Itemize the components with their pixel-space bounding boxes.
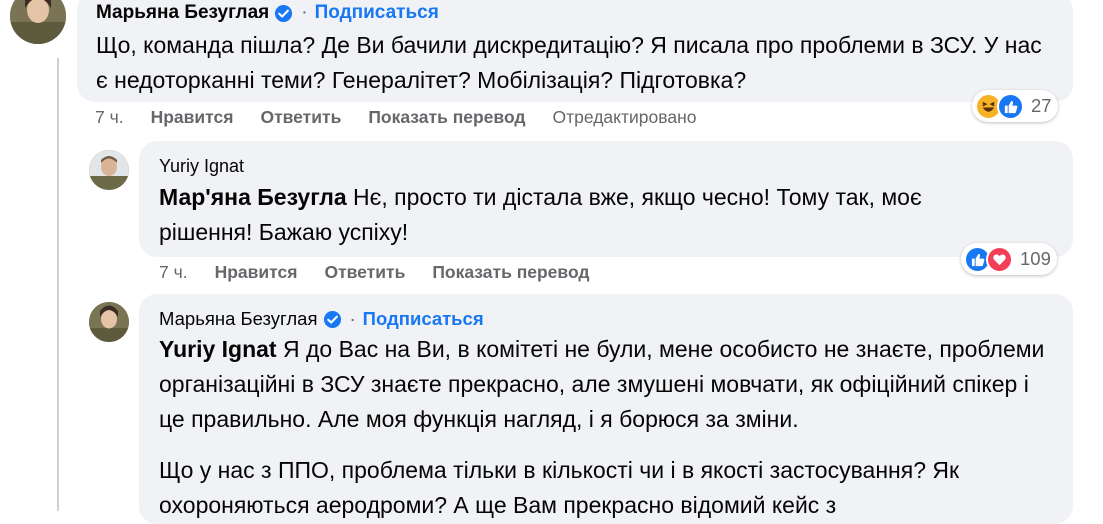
reaction-count: 109 bbox=[1020, 248, 1051, 269]
separator-dot: · bbox=[349, 308, 356, 329]
comment-body: Що, команда пішла? Де Ви бачили дискреди… bbox=[96, 32, 1042, 93]
author-name[interactable]: Марьяна Безуглая bbox=[159, 308, 318, 330]
reply-button[interactable]: Ответить bbox=[324, 262, 405, 283]
edited-label: Отредактировано bbox=[552, 107, 697, 127]
author-name[interactable]: Марьяна Безуглая bbox=[96, 2, 269, 24]
reply-button[interactable]: Ответить bbox=[260, 107, 341, 128]
author-name[interactable]: Yuriy Ignat bbox=[159, 156, 244, 177]
like-button[interactable]: Нравится bbox=[215, 262, 298, 283]
thread-line bbox=[57, 58, 59, 511]
comment-body: Я до Вас на Ви, в комітеті не були, мене… bbox=[159, 336, 1045, 432]
reaction-count: 27 bbox=[1031, 95, 1052, 116]
mention-link[interactable]: Мар'яна Безугла bbox=[159, 184, 347, 210]
timestamp[interactable]: 7 ч. bbox=[95, 107, 124, 128]
comment-actions: 7 ч. Нравится Ответить Показать перевод … bbox=[95, 107, 697, 128]
comment-body-continued: Що у нас з ППО, проблема тільки в кілько… bbox=[159, 457, 960, 518]
comment-bubble: Yuriy Ignat Мар'яна Безугла Нє, просто т… bbox=[139, 141, 1073, 257]
follow-button[interactable]: Подписаться bbox=[363, 308, 484, 330]
like-icon bbox=[997, 92, 1024, 120]
avatar[interactable] bbox=[89, 302, 129, 342]
comment-text: Що, команда пішла? Де Ви бачили дискреди… bbox=[96, 28, 1056, 98]
comment-actions: 7 ч. Нравится Ответить Показать перевод bbox=[159, 262, 617, 283]
timestamp[interactable]: 7 ч. bbox=[159, 262, 188, 283]
comment-header: Марьяна Безуглая · Подписаться bbox=[96, 0, 1057, 26]
avatar[interactable] bbox=[10, 0, 66, 44]
comment-text: Yuriy Ignat Я до Вас на Ви, в комітеті н… bbox=[159, 332, 1049, 523]
follow-button[interactable]: Подписаться bbox=[315, 2, 439, 24]
reactions-summary[interactable]: 27 bbox=[972, 90, 1058, 122]
like-button[interactable]: Нравится bbox=[151, 107, 234, 128]
comment-paragraph: Yuriy Ignat Я до Вас на Ви, в комітеті н… bbox=[159, 332, 1049, 437]
comment-paragraph: Що у нас з ППО, проблема тільки в кілько… bbox=[159, 453, 1049, 523]
comment-header: Yuriy Ignat bbox=[159, 153, 1057, 179]
reactions-summary[interactable]: 109 bbox=[961, 243, 1057, 275]
comment-header: Марьяна Безуглая · Подписаться bbox=[159, 306, 1057, 332]
translate-button[interactable]: Показать перевод bbox=[368, 107, 525, 128]
verified-badge-icon bbox=[274, 4, 293, 23]
comment-bubble: Марьяна Безуглая · Подписаться Yuriy Ign… bbox=[139, 294, 1073, 524]
love-icon bbox=[986, 245, 1013, 273]
comment-text: Мар'яна Безугла Нє, просто ти дістала вж… bbox=[159, 180, 979, 250]
verified-badge-icon bbox=[323, 310, 342, 329]
separator-dot: · bbox=[301, 2, 308, 23]
translate-button[interactable]: Показать перевод bbox=[432, 262, 589, 283]
avatar[interactable] bbox=[89, 150, 129, 190]
mention-link[interactable]: Yuriy Ignat bbox=[159, 336, 277, 362]
comment-bubble: Марьяна Безуглая · Подписаться Що, коман… bbox=[77, 0, 1073, 102]
